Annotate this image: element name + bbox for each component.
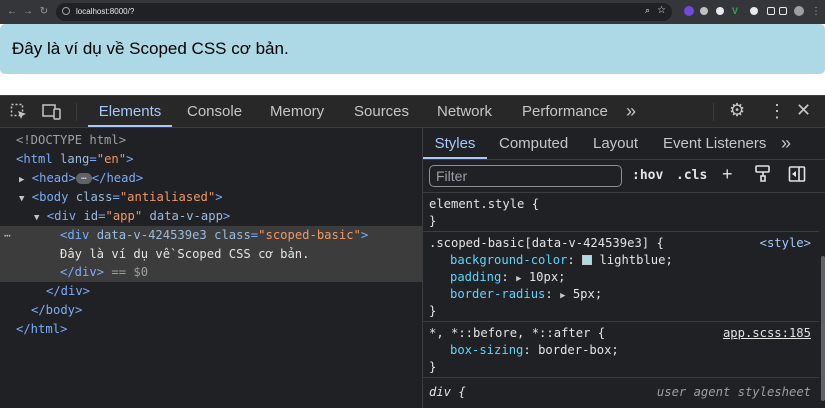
selected-node-marker: == $0 (111, 265, 149, 279)
tab-layout[interactable]: Layout (593, 128, 638, 159)
reload-icon[interactable]: ↻ (38, 6, 50, 18)
rule-selector[interactable]: div { (429, 384, 466, 401)
tree-div-scoped-text[interactable]: Đây là ví dụ về Scoped CSS cơ bản. (60, 245, 309, 264)
device-toolbar-icon[interactable] (42, 103, 62, 126)
site-info-icon[interactable] (62, 7, 70, 15)
toolbar-divider (76, 103, 77, 121)
toggle-sidebar-icon[interactable] (788, 165, 806, 189)
zoom-icon[interactable]: ⌕ (645, 5, 650, 16)
scoped-basic-box: Đây là ví dụ về Scoped CSS cơ bản. (0, 24, 825, 74)
expanded-triangle-icon[interactable]: ▼ (19, 194, 24, 204)
tree-doctype[interactable]: <!DOCTYPE html> (16, 131, 126, 150)
styles-filter-row: :hov .cls + (423, 160, 825, 193)
expanded-triangle-icon[interactable]: ▼ (34, 213, 39, 223)
profile-avatar[interactable] (794, 6, 804, 16)
back-icon[interactable]: ← (6, 6, 18, 18)
rule-selector[interactable]: *, *::before, *::after { (429, 325, 605, 342)
rule-source-link[interactable]: <style> (760, 235, 811, 252)
tab-styles[interactable]: Styles (423, 128, 487, 159)
rule-div-user-agent: div { user agent stylesheet (423, 378, 819, 408)
extension-v-icon[interactable]: V (732, 6, 742, 16)
tab-elements[interactable]: Elements (88, 96, 172, 127)
tab-computed[interactable]: Computed (499, 128, 568, 159)
more-options-icon[interactable]: ⋮ (768, 102, 786, 120)
new-style-rule-icon[interactable]: + (722, 164, 733, 184)
class-toggle[interactable]: .cls (676, 166, 707, 186)
collapsed-triangle-icon[interactable]: ▶ (19, 175, 24, 185)
styles-filter-input[interactable] (429, 165, 622, 187)
extension-icon[interactable] (700, 7, 708, 15)
rule-close-brace: } (429, 304, 437, 318)
color-swatch[interactable] (582, 255, 593, 265)
url-text: localhost:8000/? (76, 7, 135, 16)
tab-performance[interactable]: Performance (522, 96, 608, 127)
tab-event-listeners[interactable]: Event Listeners (663, 128, 766, 159)
devtools-toolbar: Elements Console Memory Sources Network … (0, 96, 825, 128)
close-devtools-icon[interactable]: ✕ (796, 101, 811, 119)
tree-body-open[interactable]: ▼ <body class="antialiased"> (19, 188, 223, 207)
rule-source-label: user agent stylesheet (656, 385, 811, 399)
address-bar[interactable]: localhost:8000/? ⌕ ☆ (56, 3, 672, 21)
expand-triangle-icon[interactable]: ▶ (560, 291, 565, 301)
rule-selector[interactable]: element.style { (429, 196, 539, 213)
chrome-menu-icon[interactable]: ⋮ (810, 6, 822, 18)
elements-tree: ⋯ <!DOCTYPE html> <html lang="en"> ▶ <he… (0, 128, 422, 408)
tree-html-open[interactable]: <html lang="en"> (16, 150, 133, 169)
expand-triangle-icon[interactable]: ▶ (516, 274, 521, 284)
page-viewport: Đây là ví dụ về Scoped CSS cơ bản. (0, 24, 825, 95)
styles-pane: Styles Computed Layout Event Listeners »… (422, 128, 825, 408)
tree-head[interactable]: ▶ <head>… </head> (19, 169, 143, 188)
forward-icon[interactable]: → (22, 6, 34, 18)
paint-roller-icon[interactable] (755, 165, 771, 189)
tree-div-app-open[interactable]: ▼ <div id="app" data-v-app> (34, 207, 230, 226)
extension-icon[interactable] (684, 6, 694, 16)
rule-element-style: element.style { } (423, 193, 819, 232)
tab-network[interactable]: Network (437, 96, 492, 127)
declaration-box-sizing[interactable]: box-sizing: border-box; (450, 342, 619, 359)
tree-div-app-close[interactable]: </div> (46, 282, 90, 301)
extension-icon[interactable] (716, 7, 724, 15)
browser-toolbar: ← → ↻ localhost:8000/? ⌕ ☆ V ⋮ (0, 0, 825, 24)
tree-div-scoped-close[interactable]: </div> == $0 (60, 263, 148, 282)
declaration-background-color[interactable]: background-color: lightblue; (450, 252, 673, 269)
more-subtabs-icon[interactable]: » (781, 128, 791, 159)
rule-universal: *, *::before, *::after { app.scss:185 bo… (423, 322, 819, 378)
styles-scrollbar[interactable] (821, 256, 825, 401)
bookmark-star-icon[interactable]: ☆ (657, 5, 666, 16)
settings-gear-icon[interactable]: ⚙ (729, 101, 745, 119)
devtools-panel: Elements Console Memory Sources Network … (0, 95, 825, 408)
rule-scoped-basic: .scoped-basic[data-v-424539e3] { <style>… (423, 232, 819, 322)
node-actions-icon[interactable]: ⋯ (4, 226, 11, 245)
more-tabs-icon[interactable]: » (626, 96, 636, 127)
collapsed-ellipsis[interactable]: … (75, 173, 92, 184)
tab-console[interactable]: Console (187, 96, 242, 127)
tree-div-scoped-open[interactable]: <div data-v-424539e3 class="scoped-basic… (60, 226, 368, 245)
rule-close-brace: } (429, 214, 437, 228)
rule-selector[interactable]: .scoped-basic[data-v-424539e3] { (429, 235, 664, 252)
tree-body-close[interactable]: </body> (31, 301, 82, 320)
styles-subtabs: Styles Computed Layout Event Listeners » (423, 128, 825, 160)
extension-icon[interactable] (750, 7, 758, 15)
rule-close-brace: } (429, 360, 437, 374)
declaration-border-radius[interactable]: border-radius: ▶ 5px; (450, 286, 602, 303)
extensions-puzzle-icon[interactable] (767, 7, 775, 15)
side-panel-icon[interactable] (779, 7, 787, 15)
tab-memory[interactable]: Memory (270, 96, 324, 127)
tree-html-close[interactable]: </html> (16, 320, 67, 339)
hover-state-toggle[interactable]: :hov (632, 166, 663, 186)
tab-sources[interactable]: Sources (354, 96, 409, 127)
inspect-element-icon[interactable] (10, 103, 28, 126)
rule-source-link[interactable]: app.scss:185 (723, 325, 811, 342)
toolbar-divider (713, 103, 714, 121)
declaration-padding[interactable]: padding: ▶ 10px; (450, 269, 566, 286)
